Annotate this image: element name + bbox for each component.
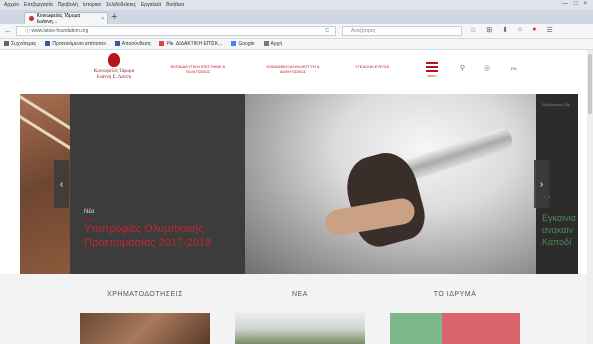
slide-tag: Νέα [84, 209, 95, 215]
bookmark-icon [159, 41, 165, 47]
fundings-thumbnail[interactable] [80, 313, 210, 344]
menu-edit[interactable]: Επεξεργασία [24, 2, 53, 8]
menu-help[interactable]: Βοήθεια [166, 2, 184, 8]
accessibility-icon[interactable]: ◎ [484, 64, 490, 72]
search-placeholder: Αναζήτηση [351, 28, 376, 34]
nav-social[interactable]: ΚΟΙΝΩΝΙΚΗ ΑΛΛΗΛΕΓΓΥΗ & ΑΘΛΗΤΙΣΜΟΣ [263, 64, 323, 74]
bookmark-icon [263, 41, 269, 47]
logo-mark-icon [108, 53, 120, 67]
caption-divider [84, 219, 94, 220]
bookmark-icon [4, 41, 9, 47]
maximize-button[interactable]: □ [574, 1, 578, 7]
bookmark-icon [231, 41, 237, 47]
bookmark-icon [45, 41, 51, 47]
sections-strip: ΧΡΗΜΑΤΟΔΟΤΗΣΕΙΣ ΝΕΑ ΤΟ ΙΔΡΥΜΑ [0, 274, 593, 344]
hamburger-bar [426, 62, 438, 64]
next-slide-heading: Εκδηλώσεις Ιδρ [542, 102, 570, 107]
addon-icon[interactable]: ● [532, 26, 536, 34]
next-arrow-icon[interactable]: › [534, 160, 549, 208]
home-icon[interactable]: ⌂ [518, 26, 522, 34]
slide-title[interactable]: Υποτροφίες Ολυμπιακής Προετοιμασίας 2017… [84, 222, 239, 250]
nav-health[interactable]: ΥΓΕΙΑ ΚΑΙ ΕΥΕΞΙΑ [342, 64, 402, 69]
hamburger-bar [426, 66, 438, 68]
site-search-icon[interactable]: ⚲ [460, 64, 465, 72]
search-field[interactable]: Αναζήτηση [342, 26, 462, 36]
tab-title: Κοινωφελές Ίδρυμα Ιωάννη… [36, 12, 81, 25]
url-bar[interactable]: ⓘ www.latsis-foundation.org C [16, 26, 336, 36]
bookmark-item[interactable]: Google [231, 41, 255, 47]
menu-tools[interactable]: Εργαλεία [141, 2, 161, 8]
bookmark-icon [114, 41, 120, 47]
reload-icon[interactable]: C [325, 27, 329, 36]
menu-bookmarks[interactable]: Σελιδοδείκτες [106, 2, 136, 8]
menu-history[interactable]: Ιστορικό [83, 2, 101, 8]
browser-menu-icon[interactable]: ☰ [547, 26, 553, 34]
section-news[interactable]: ΝΕΑ [235, 291, 365, 298]
favicon-icon [29, 16, 34, 21]
slide-image [245, 94, 545, 274]
site-header: Κοινωφελές Ίδρυμα Ιωάννη Σ. Λάτση ΕΚΠΑΙΔ… [0, 50, 593, 94]
toolbar-icons: ☆ ⊞ ⬇ ⌂ ● ☰ [470, 26, 553, 34]
language-switch[interactable]: EN [511, 66, 517, 71]
bookmarks-bar: Συχνότερες Προτεινόμενοι ιστότοποι Αποσύ… [0, 39, 593, 50]
menu-file[interactable]: Αρχείο [4, 2, 19, 8]
close-window-button[interactable]: × [583, 1, 587, 7]
info-icon[interactable]: ⓘ [25, 28, 30, 34]
nav-education[interactable]: ΕΚΠΑΙΔΕΥΤΙΚΗ ΕΠΙΣΤΗΜΗ & ΠΟΛΙΤΙΣΜΟΣ [168, 64, 228, 74]
prev-arrow-icon[interactable]: ‹ [54, 160, 69, 208]
bookmark-star-icon[interactable]: ☆ [470, 26, 476, 34]
hamburger-bar [426, 70, 438, 72]
library-icon[interactable]: ⊞ [486, 26, 492, 34]
tab-active[interactable]: Κοινωφελές Ίδρυμα Ιωάννη… × [24, 12, 108, 25]
bookmark-item[interactable]: Συχνότερες [4, 41, 36, 47]
menu-view[interactable]: Προβολή [58, 2, 78, 8]
minimize-button[interactable]: — [562, 1, 568, 7]
slide-caption[interactable]: Νέα Υποτροφίες Ολυμπιακής Προετοιμασίας … [70, 94, 245, 274]
menubar: Αρχείο Επεξεργασία Προβολή Ιστορικό Σελι… [0, 0, 593, 10]
bookmark-item[interactable]: Ρίκ. ΔΙΔΑΚΤΙΚΗ ΕΠΙΣΚ... [159, 41, 222, 47]
section-fundings[interactable]: ΧΡΗΜΑΤΟΔΟΤΗΣΕΙΣ [80, 291, 210, 298]
logo-text: Κοινωφελές Ίδρυμα Ιωάννη Σ. Λάτση [93, 69, 135, 80]
site-logo[interactable]: Κοινωφελές Ίδρυμα Ιωάννη Σ. Λάτση [84, 53, 144, 81]
foundation-thumbnail[interactable] [390, 313, 520, 344]
navigation-bar: ← ⓘ www.latsis-foundation.org C Αναζήτησ… [0, 24, 593, 39]
bookmark-item[interactable]: Προτεινόμενοι ιστότοποι [45, 41, 106, 47]
tab-bar: Κοινωφελές Ίδρυμα Ιωάννη… × + [0, 10, 593, 25]
scrollbar-thumb[interactable] [588, 54, 592, 114]
download-icon[interactable]: ⬇ [502, 26, 508, 34]
bookmark-item[interactable]: Αποσύνδεση [114, 41, 150, 47]
new-tab-button[interactable]: + [111, 11, 117, 23]
section-foundation[interactable]: ΤΟ ΙΔΡΥΜΑ [390, 291, 520, 298]
menu-label: MENU [427, 74, 437, 78]
tab-close-icon[interactable]: × [101, 16, 104, 22]
hamburger-menu[interactable]: MENU [426, 62, 438, 78]
next-slide-title: Εγκαινια ανακαιν Καποδί [542, 213, 576, 247]
news-thumbnail[interactable] [235, 313, 365, 344]
window-controls: — □ × [562, 1, 587, 7]
hero-slider: Νέα Υποτροφίες Ολυμπιακής Προετοιμασίας … [20, 94, 578, 274]
url-text: www.latsis-foundation.org [31, 28, 89, 34]
bookmark-item[interactable]: Αρχή [263, 41, 282, 47]
back-button[interactable]: ← [4, 26, 12, 35]
